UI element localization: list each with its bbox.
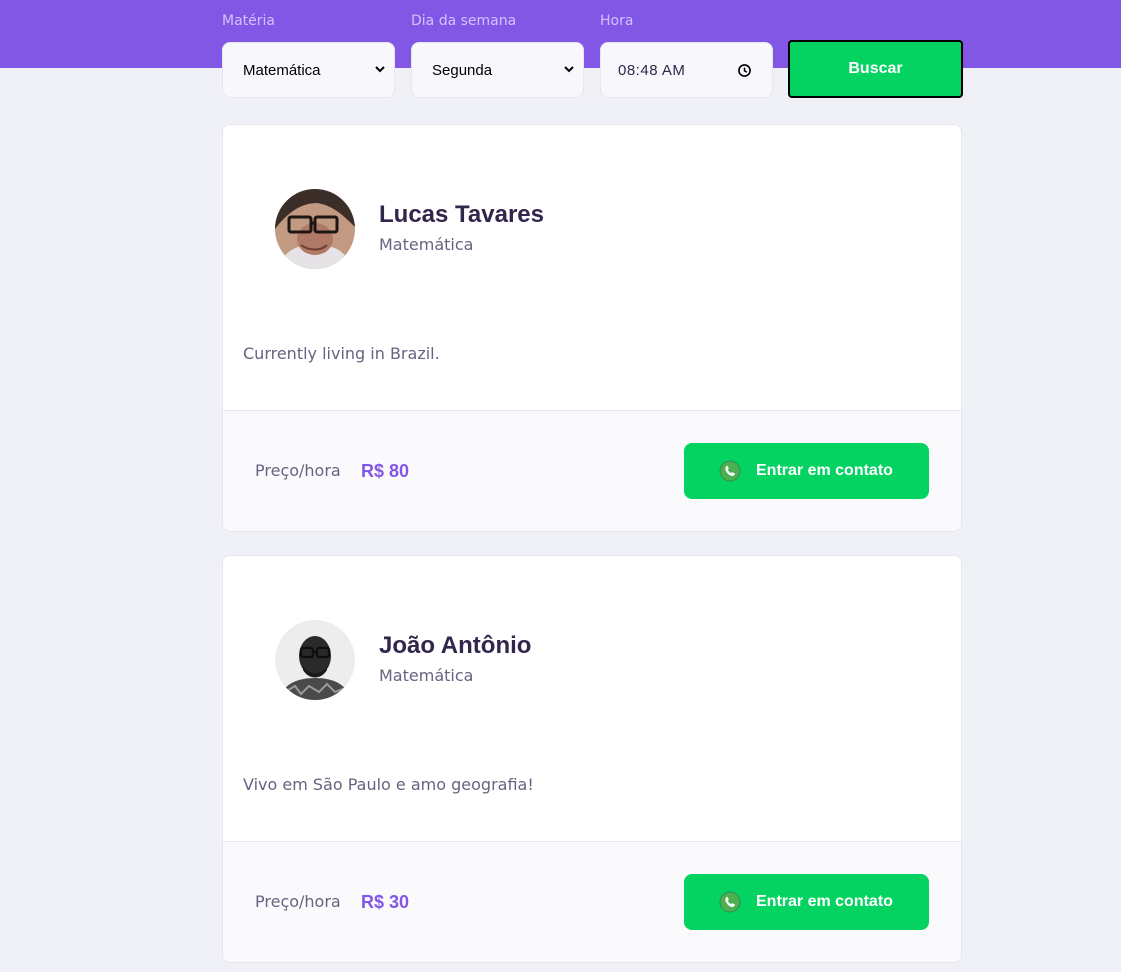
contact-button-label: Entrar em contato — [756, 893, 893, 910]
subject-label: Matéria — [222, 13, 275, 29]
weekday-label: Dia da semana — [411, 13, 517, 29]
search-button[interactable]: Buscar — [788, 40, 963, 98]
time-input-value: 08:48 AM — [618, 62, 686, 79]
price-label: Preço/hora — [255, 461, 341, 480]
subject-select-value: Matemática — [243, 62, 321, 79]
teacher-card-footer: Preço/hora R$ 80 Entrar em contato — [223, 411, 961, 531]
teacher-name: Lucas Tavares — [379, 201, 544, 228]
time-label: Hora — [600, 13, 634, 29]
clock-icon[interactable] — [737, 63, 752, 78]
contact-button[interactable]: Entrar em contato — [684, 874, 929, 930]
whatsapp-icon — [719, 460, 741, 482]
teacher-card: João Antônio Matemática Vivo em São Paul… — [222, 555, 962, 963]
teacher-bio: Vivo em São Paulo e amo geografia! — [243, 775, 534, 794]
price-value: R$ 30 — [361, 892, 410, 912]
chevron-down-icon — [564, 66, 574, 73]
avatar — [275, 620, 355, 700]
search-teachers-form: Matéria Matemática Dia da semana Segunda… — [222, 0, 964, 100]
teacher-subject: Matemática — [379, 666, 474, 685]
contact-button[interactable]: Entrar em contato — [684, 443, 929, 499]
teacher-card-footer: Preço/hora R$ 30 Entrar em contato — [223, 842, 961, 962]
contact-button-label: Entrar em contato — [756, 462, 893, 479]
teacher-subject: Matemática — [379, 235, 474, 254]
weekday-select-value: Segunda — [432, 62, 493, 79]
avatar — [275, 189, 355, 269]
teacher-card-header: Lucas Tavares Matemática Currently livin… — [223, 125, 961, 411]
time-input[interactable]: 08:48 AM — [600, 42, 773, 98]
chevron-down-icon — [375, 66, 385, 73]
subject-select[interactable]: Matemática — [222, 42, 395, 98]
teacher-card-header: João Antônio Matemática Vivo em São Paul… — [223, 556, 961, 842]
price-value: R$ 80 — [361, 461, 410, 481]
teacher-name: João Antônio — [379, 632, 532, 659]
price-label: Preço/hora — [255, 892, 341, 911]
teacher-bio: Currently living in Brazil. — [243, 344, 440, 363]
weekday-select[interactable]: Segunda — [411, 42, 584, 98]
teacher-card: Lucas Tavares Matemática Currently livin… — [222, 124, 962, 532]
whatsapp-icon — [719, 891, 741, 913]
